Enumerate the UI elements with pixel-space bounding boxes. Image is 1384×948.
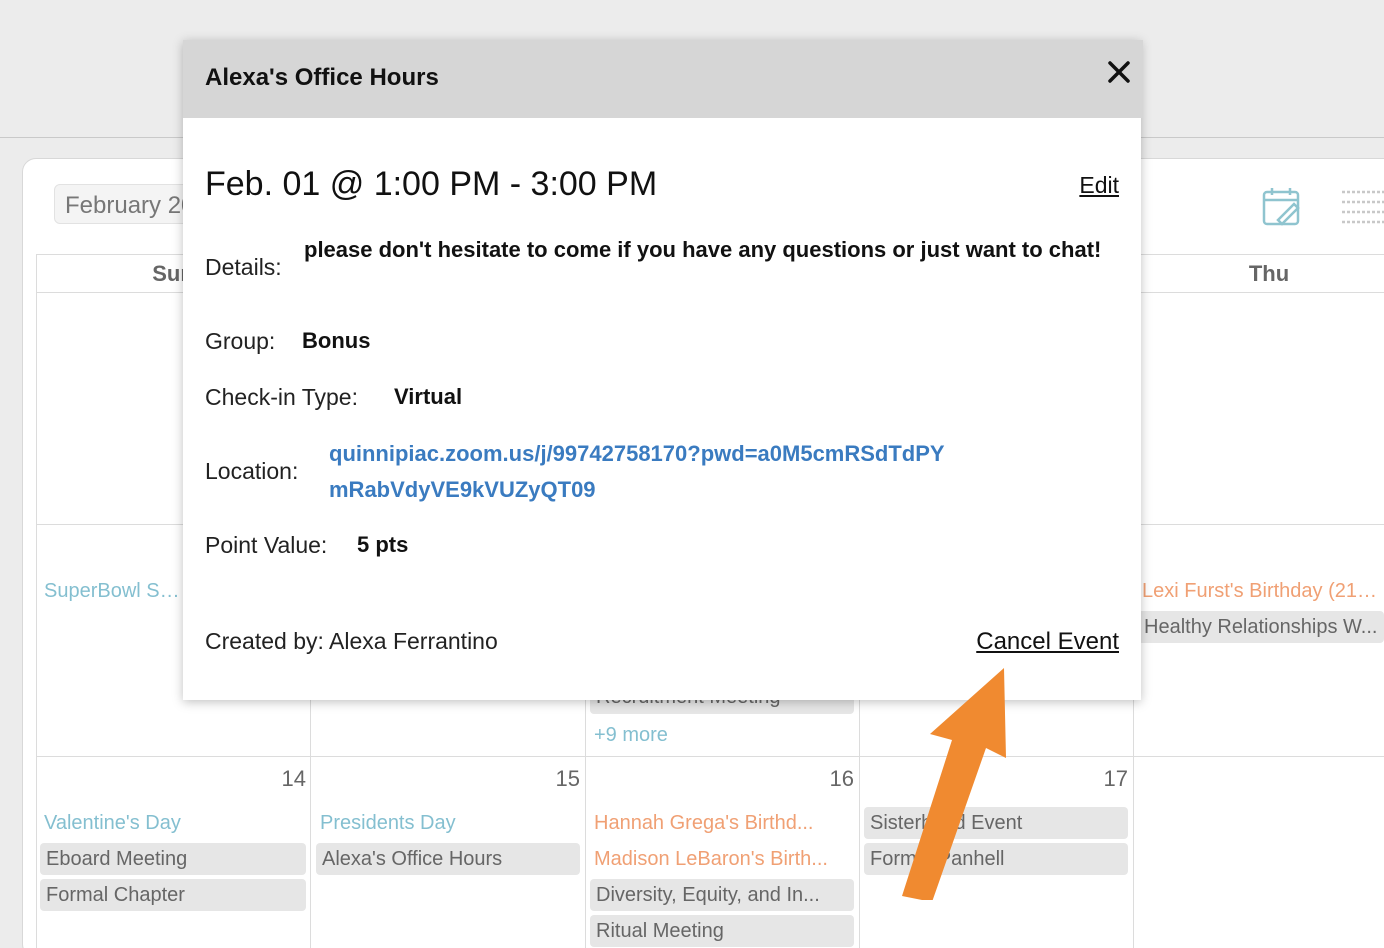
point-value-label: Point Value: [205, 532, 328, 558]
weekday-header-thu: Thu [1248, 261, 1290, 286]
created-by: Created by: Alexa Ferrantino [205, 628, 498, 654]
calendar-event[interactable]: Madison LeBaron's Birth... [588, 843, 854, 875]
day-number: 17 [1103, 766, 1128, 791]
calendar-event[interactable]: Alexa's Office Hours [316, 843, 580, 875]
location-label: Location: [205, 458, 299, 484]
checkin-type-label: Check-in Type: [205, 384, 358, 410]
event-details-modal: Alexa's Office Hours Feb. 01 @ 1:00 PM -… [183, 40, 1143, 700]
calendar-event[interactable]: Presidents Day [314, 807, 580, 839]
cancel-event-link[interactable]: Cancel Event [976, 628, 1119, 656]
modal-header: Alexa's Office Hours [183, 40, 1143, 118]
day-number: 14 [281, 766, 306, 791]
modal-title: Alexa's Office Hours [205, 64, 439, 91]
calendar-view-icon[interactable] [1260, 186, 1302, 228]
calendar-event[interactable]: Healthy Relationships W... [1138, 611, 1384, 643]
day-number: 16 [829, 766, 854, 791]
list-view-icon[interactable] [1340, 186, 1384, 228]
edit-link[interactable]: Edit [1079, 172, 1119, 199]
details-label: Details: [205, 254, 282, 280]
calendar-event[interactable]: Eboard Meeting [40, 843, 306, 875]
calendar-event[interactable]: Hannah Grega's Birthd... [588, 807, 854, 839]
annotation-arrow-icon [880, 660, 1020, 902]
details-value: please don't hesitate to come if you hav… [304, 237, 1102, 262]
day-number: 15 [555, 766, 580, 791]
point-value: 5 pts [357, 532, 409, 557]
group-label: Group: [205, 328, 276, 354]
group-value: Bonus [302, 328, 371, 353]
calendar-event[interactable]: SuperBowl Sunday [38, 575, 188, 607]
event-date-range: Feb. 01 @ 1:00 PM - 3:00 PM [205, 165, 658, 203]
more-events-link[interactable]: +9 more [588, 719, 708, 751]
checkin-type-value: Virtual [394, 384, 463, 409]
grid-line [36, 254, 37, 948]
calendar-event[interactable]: Valentine's Day [38, 807, 306, 839]
location-link[interactable]: quinnipiac.zoom.us/j/99742758170?pwd=a0M… [329, 436, 949, 508]
calendar-event[interactable]: Formal Chapter [40, 879, 306, 911]
close-icon[interactable] [1105, 58, 1133, 86]
calendar-event[interactable]: Diversity, Equity, and In... [590, 879, 854, 911]
grid-line [36, 756, 1384, 757]
calendar-event[interactable]: Lexi Furst's Birthday (21 t... [1136, 575, 1384, 607]
calendar-event[interactable]: Ritual Meeting [590, 915, 854, 947]
